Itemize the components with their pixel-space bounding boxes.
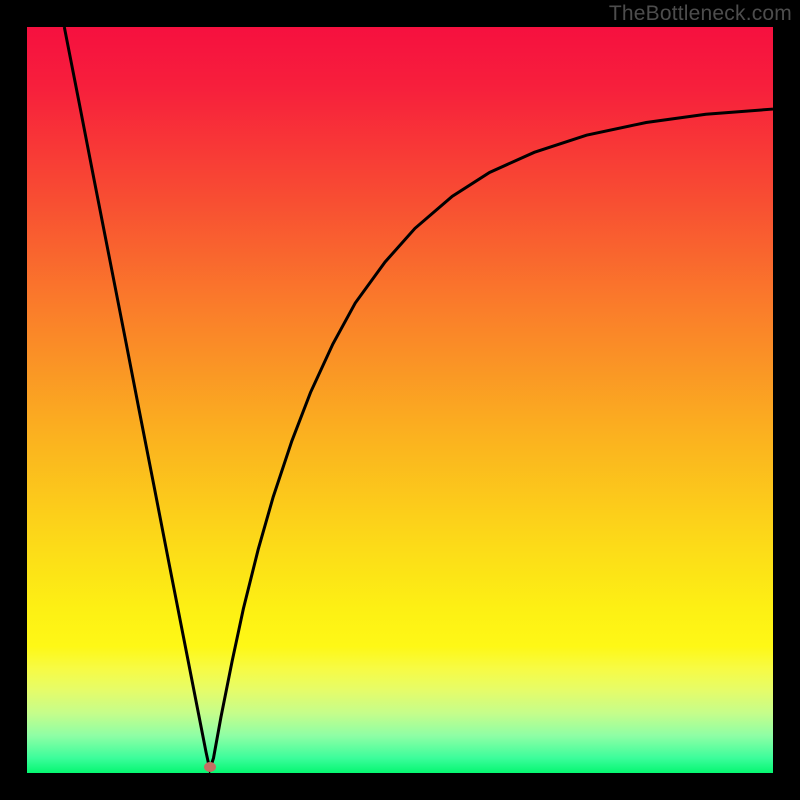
curve-layer	[27, 27, 773, 773]
min-marker	[204, 762, 216, 772]
bottleneck-curve	[64, 27, 773, 769]
chart-container: TheBottleneck.com	[0, 0, 800, 800]
watermark-text: TheBottleneck.com	[609, 2, 792, 26]
